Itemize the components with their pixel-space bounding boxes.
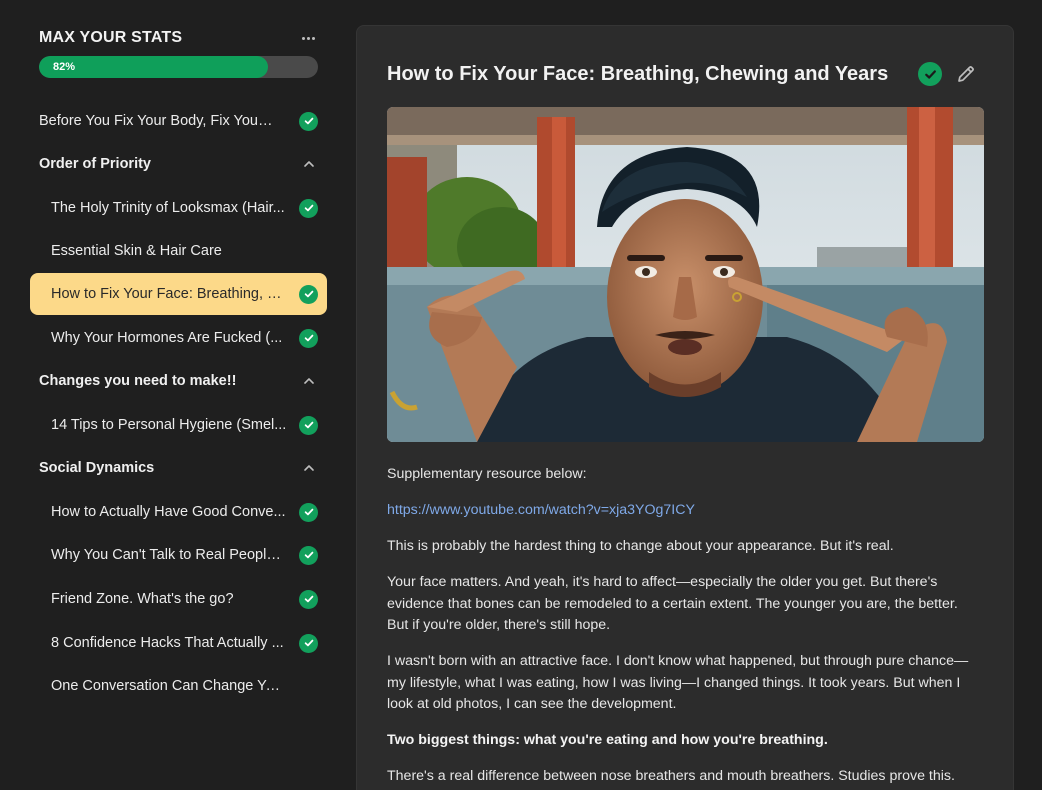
sidebar-lesson-item[interactable]: 8 Confidence Hacks That Actually ... bbox=[30, 622, 327, 664]
lesson-item-label: How to Actually Have Good Conve... bbox=[51, 504, 286, 520]
completed-check-icon bbox=[299, 198, 318, 218]
sidebar-lesson-item[interactable]: The Holy Trinity of Looksmax (Hair... bbox=[30, 187, 327, 229]
sidebar-lesson-item[interactable]: 14 Tips to Personal Hygiene (Smel... bbox=[30, 404, 327, 446]
sidebar-section-header[interactable]: Social Dynamics bbox=[30, 453, 327, 483]
sidebar-lesson-item[interactable]: Essential Skin & Hair Care bbox=[30, 230, 327, 272]
lesson-panel: How to Fix Your Face: Breathing, Chewing… bbox=[356, 25, 1014, 790]
progress-percent: 82% bbox=[53, 61, 76, 73]
lesson-paragraph: This is probably the hardest thing to ch… bbox=[387, 538, 894, 554]
lesson-item-label: Before You Fix Your Body, Fix Your ... bbox=[39, 113, 275, 129]
lesson-item-label: Why Your Hormones Are Fucked (... bbox=[51, 330, 283, 346]
chevron-up-icon[interactable] bbox=[303, 158, 315, 170]
sidebar-lesson-item[interactable]: Before You Fix Your Body, Fix Your ... bbox=[30, 100, 327, 142]
sidebar-lesson-item[interactable]: One Conversation Can Change Your Life bbox=[30, 665, 327, 707]
lesson-paragraph: There's a real difference between nose b… bbox=[387, 768, 955, 784]
sidebar-section-header[interactable]: Changes you need to make!! bbox=[30, 366, 327, 396]
completed-check-icon bbox=[299, 502, 318, 522]
sidebar-section-header[interactable]: Order of Priority bbox=[30, 149, 327, 179]
lesson-item-label: 8 Confidence Hacks That Actually ... bbox=[51, 635, 284, 651]
chevron-up-icon[interactable] bbox=[303, 462, 315, 474]
lesson-item-label: One Conversation Can Change Your Life bbox=[51, 678, 287, 694]
lesson-body: Supplementary resource below: https://ww… bbox=[387, 464, 977, 790]
course-progress-bar: 82% bbox=[39, 56, 318, 78]
sidebar-lesson-item[interactable]: How to Actually Have Good Conve... bbox=[30, 491, 327, 533]
sidebar-lesson-item[interactable]: Why Your Hormones Are Fucked (... bbox=[30, 317, 327, 359]
supplementary-link[interactable]: https://www.youtube.com/watch?v=xja3YOg7… bbox=[387, 502, 695, 518]
sidebar-lesson-item[interactable]: Friend Zone. What's the go? bbox=[30, 578, 327, 620]
section-label: Order of Priority bbox=[39, 156, 151, 172]
mark-complete-check-icon[interactable] bbox=[918, 62, 942, 86]
completed-check-icon bbox=[299, 589, 318, 609]
lesson-title: How to Fix Your Face: Breathing, Chewing… bbox=[387, 63, 889, 85]
sidebar-lesson-item[interactable]: Why You Can't Talk to Real People ... bbox=[30, 534, 327, 576]
course-header: MAX YOUR STATS bbox=[39, 28, 321, 50]
lesson-item-label: 14 Tips to Personal Hygiene (Smel... bbox=[51, 417, 287, 433]
lesson-item-label: Friend Zone. What's the go? bbox=[51, 591, 234, 607]
lesson-item-label: The Holy Trinity of Looksmax (Hair... bbox=[51, 200, 285, 216]
completed-check-icon bbox=[299, 545, 318, 565]
completed-check-icon bbox=[299, 415, 318, 435]
section-label: Social Dynamics bbox=[39, 460, 155, 476]
course-title: MAX YOUR STATS bbox=[39, 29, 183, 46]
lesson-item-label: Why You Can't Talk to Real People ... bbox=[51, 547, 287, 563]
completed-check-icon bbox=[299, 111, 318, 131]
completed-check-icon bbox=[299, 633, 318, 653]
sidebar-lesson-item[interactable]: How to Fix Your Face: Breathing, C... bbox=[30, 273, 327, 315]
section-label: Changes you need to make!! bbox=[39, 373, 237, 389]
sidebar: MAX YOUR STATS 82% Before You Fix Your B… bbox=[0, 0, 340, 790]
lesson-item-label: How to Fix Your Face: Breathing, C... bbox=[51, 286, 287, 302]
lesson-paragraph: Your face matters. And yeah, it's hard t… bbox=[387, 574, 958, 633]
pencil-edit-icon[interactable] bbox=[955, 63, 977, 85]
completed-check-icon bbox=[299, 328, 318, 348]
lesson-paragraph: I wasn't born with an attractive face. I… bbox=[387, 653, 969, 712]
more-options-icon[interactable] bbox=[299, 28, 317, 48]
lesson-video-thumbnail[interactable] bbox=[387, 107, 984, 442]
completed-check-icon bbox=[299, 284, 318, 304]
chevron-up-icon[interactable] bbox=[303, 375, 315, 387]
lesson-item-label: Essential Skin & Hair Care bbox=[51, 243, 222, 259]
lesson-paragraph: Supplementary resource below: bbox=[387, 466, 587, 482]
lesson-paragraph-bold: Two biggest things: what you're eating a… bbox=[387, 732, 828, 748]
